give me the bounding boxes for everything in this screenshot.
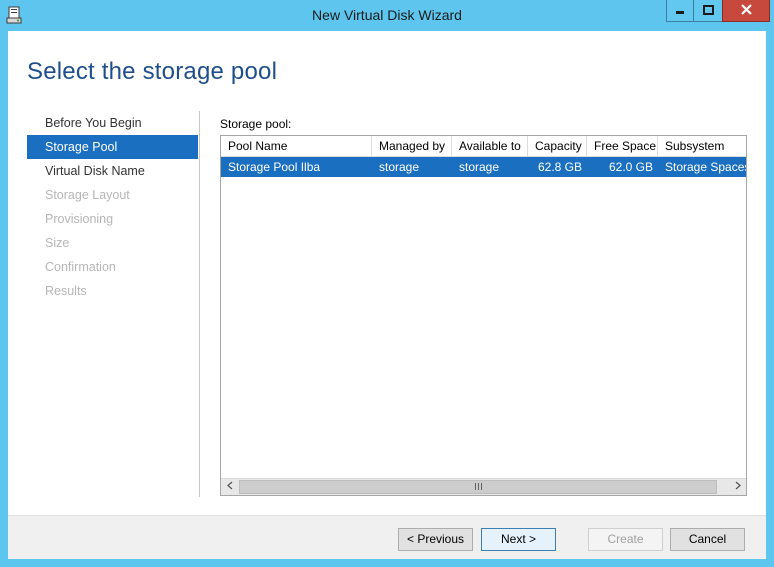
previous-button[interactable]: < Previous xyxy=(398,528,473,551)
storage-pool-label: Storage pool: xyxy=(220,117,292,131)
maximize-button[interactable] xyxy=(693,0,723,22)
minimize-button[interactable] xyxy=(666,0,694,22)
chevron-right-icon xyxy=(735,481,741,493)
nav-item-confirmation: Confirmation xyxy=(45,260,116,274)
nav-item-size: Size xyxy=(45,236,70,250)
cell-capacity: 62.8 GB xyxy=(537,160,582,174)
window-title: New Virtual Disk Wizard xyxy=(312,7,462,23)
wizard-steps-nav: Before You Begin Storage Pool Virtual Di… xyxy=(27,111,198,303)
nav-item-storage-layout: Storage Layout xyxy=(45,188,130,202)
horizontal-scrollbar[interactable] xyxy=(221,478,746,495)
page-title: Select the storage pool xyxy=(27,58,278,85)
create-button: Create xyxy=(588,528,663,551)
minimize-icon xyxy=(675,4,685,18)
nav-item-results: Results xyxy=(45,284,87,298)
storage-pool-list[interactable]: Pool Name Managed by Available to Capaci… xyxy=(220,135,747,496)
nav-item-before-you-begin[interactable]: Before You Begin xyxy=(27,111,198,135)
grip-icon xyxy=(474,482,482,492)
scroll-left-button[interactable] xyxy=(221,479,238,495)
nav-item-storage-pool[interactable]: Storage Pool xyxy=(27,135,198,159)
title-bar[interactable]: New Virtual Disk Wizard xyxy=(0,0,774,31)
cancel-button[interactable]: Cancel xyxy=(670,528,745,551)
column-header-available-to[interactable]: Available to xyxy=(452,136,528,157)
list-header: Pool Name Managed by Available to Capaci… xyxy=(221,136,746,157)
chevron-left-icon xyxy=(226,481,233,493)
table-row[interactable]: Storage Pool Ilba storage storage 62.8 G… xyxy=(221,157,747,177)
cell-free-space: 62.0 GB xyxy=(608,160,653,174)
close-button[interactable] xyxy=(722,0,770,22)
scrollbar-thumb[interactable] xyxy=(239,480,717,494)
nav-item-virtual-disk-name[interactable]: Virtual Disk Name xyxy=(27,159,198,183)
column-header-subsystem[interactable]: Subsystem xyxy=(658,136,746,157)
nav-item-provisioning: Provisioning xyxy=(45,212,114,226)
maximize-icon xyxy=(702,4,714,18)
scroll-right-button[interactable] xyxy=(729,479,746,495)
cell-subsystem: Storage Spaces xyxy=(665,160,747,174)
wizard-footer: < Previous Next > Create Cancel xyxy=(8,515,766,559)
cell-pool-name: Storage Pool Ilba xyxy=(228,160,321,174)
column-header-managed-by[interactable]: Managed by xyxy=(372,136,452,157)
cell-available-to: storage xyxy=(459,160,500,174)
next-button[interactable]: Next > xyxy=(481,528,556,551)
cell-managed-by: storage xyxy=(379,160,420,174)
close-icon xyxy=(740,3,752,18)
nav-divider xyxy=(199,111,200,497)
wizard-client-area: Select the storage pool Before You Begin… xyxy=(8,31,766,559)
wizard-window: New Virtual Disk Wizard Select the stora… xyxy=(0,0,774,567)
column-header-capacity[interactable]: Capacity xyxy=(528,136,587,157)
column-header-free-space[interactable]: Free Space xyxy=(587,136,658,157)
column-header-pool-name[interactable]: Pool Name xyxy=(221,136,372,157)
